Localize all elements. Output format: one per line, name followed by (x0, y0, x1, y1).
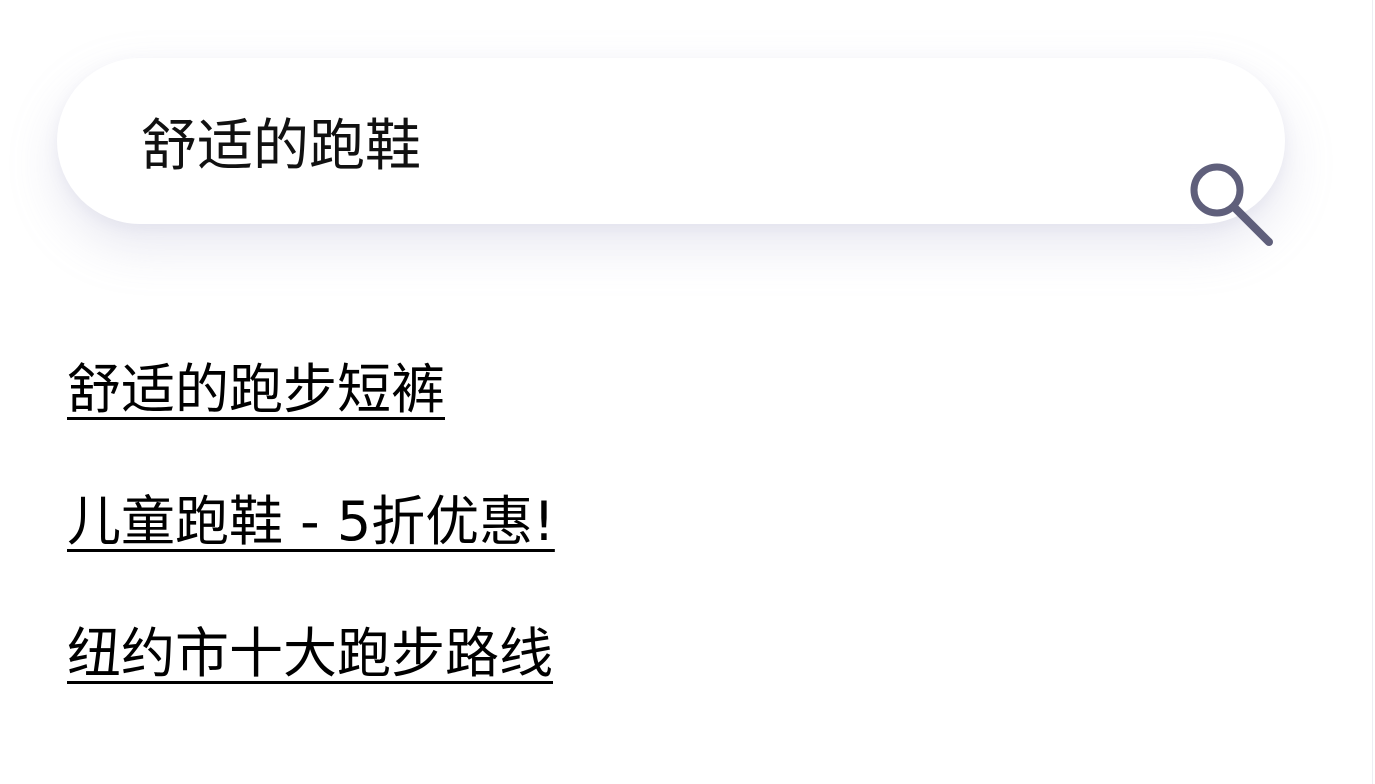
page: 舒适的跑步短裤 儿童跑鞋 - 5折优惠! 纽约市十大跑步路线 (0, 0, 1375, 784)
edge-divider (1372, 0, 1373, 784)
suggestion-link-nyc-routes[interactable]: 纽约市十大跑步路线 (67, 622, 553, 685)
search-bar (57, 58, 1285, 246)
search-icon[interactable] (1185, 158, 1281, 254)
suggestion-link-kids-shoes-sale[interactable]: 儿童跑鞋 - 5折优惠! (67, 490, 555, 553)
suggestion-item: 纽约市十大跑步路线 (67, 619, 555, 751)
suggestion-list: 舒适的跑步短裤 儿童跑鞋 - 5折优惠! 纽约市十大跑步路线 (67, 355, 555, 751)
search-input[interactable] (141, 96, 1041, 186)
suggestion-item: 儿童跑鞋 - 5折优惠! (67, 487, 555, 619)
suggestion-link-running-shorts[interactable]: 舒适的跑步短裤 (67, 358, 445, 421)
suggestion-item: 舒适的跑步短裤 (67, 355, 555, 487)
